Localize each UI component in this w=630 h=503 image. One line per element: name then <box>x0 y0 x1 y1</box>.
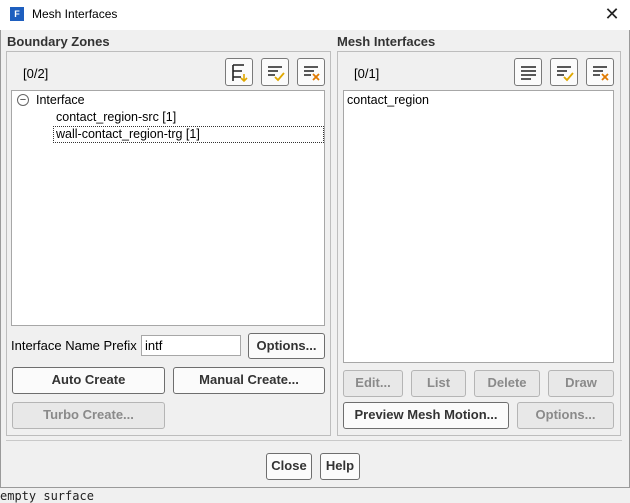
preview-mesh-motion-button[interactable]: Preview Mesh Motion... <box>343 402 509 429</box>
app-icon: F <box>10 7 24 21</box>
boundary-zones-title: Boundary Zones <box>7 34 110 49</box>
boundary-zones-count: [0/2] <box>23 66 49 81</box>
list-button[interactable]: List <box>411 370 466 397</box>
hierarchy-select-icon <box>232 64 248 83</box>
deselect-all-button[interactable] <box>297 58 325 86</box>
collapse-icon[interactable]: − <box>17 94 29 106</box>
deselect-all-icon <box>304 66 320 81</box>
mi-deselect-all-button[interactable] <box>586 58 614 86</box>
select-all-icon <box>557 66 574 82</box>
edit-button[interactable]: Edit... <box>343 370 403 397</box>
prefix-input[interactable]: intf <box>141 335 241 356</box>
list-icon <box>521 66 536 80</box>
footer-separator <box>6 440 622 441</box>
select-all-icon <box>268 66 285 82</box>
help-button[interactable]: Help <box>320 453 360 480</box>
manual-create-button[interactable]: Manual Create... <box>173 367 325 394</box>
mesh-interfaces-list[interactable] <box>343 90 614 363</box>
list-item[interactable]: wall-contact_region-trg [1] <box>53 126 324 143</box>
list-item[interactable]: contact_region-src [1] <box>56 110 176 124</box>
close-button[interactable]: Close <box>266 453 312 480</box>
select-all-button[interactable] <box>261 58 289 86</box>
zones-options-button[interactable]: Options... <box>248 333 325 359</box>
list-item[interactable]: contact_region <box>347 93 429 107</box>
mi-select-all-button[interactable] <box>550 58 578 86</box>
hierarchy-select-button[interactable] <box>225 58 253 86</box>
tree-group-interface[interactable]: Interface <box>36 93 85 107</box>
background-console-text: empty surface <box>0 489 94 503</box>
delete-button[interactable]: Delete <box>474 370 540 397</box>
turbo-create-button[interactable]: Turbo Create... <box>12 402 165 429</box>
mesh-interfaces-count: [0/1] <box>354 66 380 81</box>
mesh-interfaces-title: Mesh Interfaces <box>337 34 436 49</box>
auto-create-button[interactable]: Auto Create <box>12 367 165 394</box>
draw-button[interactable]: Draw <box>548 370 614 397</box>
list-toggle-button[interactable] <box>514 58 542 86</box>
prefix-label: Interface Name Prefix <box>11 338 137 353</box>
close-icon[interactable]: ✕ <box>601 3 623 25</box>
deselect-all-icon <box>593 66 609 81</box>
window-title: Mesh Interfaces <box>32 7 118 21</box>
mi-options-button[interactable]: Options... <box>517 402 614 429</box>
